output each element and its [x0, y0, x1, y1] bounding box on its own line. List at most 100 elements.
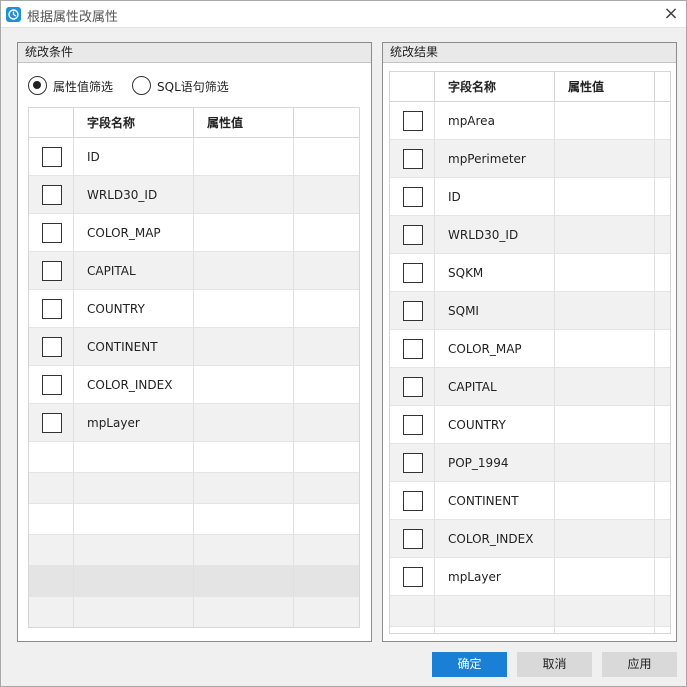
row-checkbox[interactable]: [403, 263, 423, 283]
field-name-cell: mpPerimeter: [435, 140, 555, 177]
row-checkbox[interactable]: [403, 225, 423, 245]
row-checkbox[interactable]: [403, 415, 423, 435]
row-checkbox[interactable]: [42, 299, 62, 319]
spacer-cell: [655, 178, 670, 215]
radio-attribute-filter-circle[interactable]: [28, 76, 47, 95]
table-row[interactable]: mpArea: [390, 102, 670, 140]
empty-cell: [74, 597, 194, 627]
row-checkbox-cell: [390, 216, 435, 253]
empty-cell: [655, 596, 670, 626]
attribute-value-cell[interactable]: [555, 406, 655, 443]
row-checkbox[interactable]: [403, 149, 423, 169]
row-checkbox[interactable]: [42, 185, 62, 205]
filter-condition-title: 统改条件: [18, 43, 371, 63]
attribute-value-cell[interactable]: [555, 292, 655, 329]
row-checkbox[interactable]: [403, 187, 423, 207]
table-row[interactable]: CONTINENT: [29, 328, 359, 366]
row-checkbox[interactable]: [403, 301, 423, 321]
table-row[interactable]: COLOR_MAP: [29, 214, 359, 252]
table-row[interactable]: COLOR_MAP: [390, 330, 670, 368]
table-row[interactable]: COUNTRY: [29, 290, 359, 328]
row-checkbox[interactable]: [42, 337, 62, 357]
attribute-value-cell[interactable]: [194, 290, 294, 327]
table-row[interactable]: ID: [29, 138, 359, 176]
table-row[interactable]: POP_1994: [390, 444, 670, 482]
row-checkbox[interactable]: [403, 453, 423, 473]
empty-cell: [29, 442, 74, 472]
spacer-cell: [294, 138, 359, 175]
empty-row: [29, 442, 359, 473]
row-checkbox[interactable]: [403, 111, 423, 131]
modify-result-title: 统改结果: [383, 43, 676, 63]
row-checkbox[interactable]: [403, 529, 423, 549]
header-checkbox-column: [29, 108, 74, 137]
table-row[interactable]: mpLayer: [29, 404, 359, 442]
table-row[interactable]: SQMI: [390, 292, 670, 330]
table-row[interactable]: ID: [390, 178, 670, 216]
attribute-value-cell[interactable]: [555, 140, 655, 177]
row-checkbox-cell: [390, 368, 435, 405]
row-checkbox-cell: [29, 404, 74, 441]
field-name-cell: COLOR_INDEX: [74, 366, 194, 403]
cancel-button[interactable]: 取消: [517, 652, 592, 677]
row-checkbox[interactable]: [42, 223, 62, 243]
attribute-value-cell[interactable]: [555, 330, 655, 367]
empty-cell: [74, 473, 194, 503]
row-checkbox[interactable]: [403, 491, 423, 511]
modify-result-panel: 统改结果 字段名称 属性值 mpArea mpPerimeter ID WRLD30_…: [382, 42, 677, 642]
ok-button[interactable]: 确定: [432, 652, 507, 677]
field-name-cell: ID: [435, 178, 555, 215]
attribute-value-cell[interactable]: [194, 138, 294, 175]
row-checkbox[interactable]: [42, 147, 62, 167]
row-checkbox[interactable]: [42, 413, 62, 433]
field-name-cell: COLOR_INDEX: [435, 520, 555, 557]
empty-cell: [390, 627, 435, 633]
radio-attribute-filter-label: 属性值筛选: [53, 80, 114, 94]
attribute-value-cell[interactable]: [555, 254, 655, 291]
table-row[interactable]: COUNTRY: [390, 406, 670, 444]
close-icon[interactable]: ×: [662, 5, 680, 23]
attribute-value-cell[interactable]: [194, 328, 294, 365]
empty-cell: [74, 442, 194, 472]
attribute-value-cell[interactable]: [555, 102, 655, 139]
attribute-value-cell[interactable]: [555, 216, 655, 253]
table-row[interactable]: CAPITAL: [29, 252, 359, 290]
table-row[interactable]: CAPITAL: [390, 368, 670, 406]
table-row[interactable]: SQKM: [390, 254, 670, 292]
row-checkbox[interactable]: [403, 567, 423, 587]
row-checkbox-cell: [29, 138, 74, 175]
radio-sql-filter[interactable]: SQL语句筛选: [132, 76, 242, 96]
attribute-value-cell[interactable]: [194, 366, 294, 403]
radio-attribute-filter[interactable]: 属性值筛选: [28, 76, 128, 96]
empty-cell: [294, 535, 359, 565]
table-row[interactable]: COLOR_INDEX: [390, 520, 670, 558]
row-checkbox[interactable]: [42, 375, 62, 395]
empty-row: [29, 473, 359, 504]
row-checkbox[interactable]: [403, 339, 423, 359]
attribute-value-cell[interactable]: [194, 252, 294, 289]
attribute-value-cell[interactable]: [194, 176, 294, 213]
radio-sql-filter-circle[interactable]: [132, 76, 151, 95]
attribute-value-cell[interactable]: [555, 368, 655, 405]
field-name-cell: COLOR_MAP: [74, 214, 194, 251]
apply-button[interactable]: 应用: [602, 652, 677, 677]
table-row[interactable]: WRLD30_ID: [29, 176, 359, 214]
field-name-cell: POP_1994: [435, 444, 555, 481]
attribute-value-cell[interactable]: [555, 482, 655, 519]
attribute-value-cell[interactable]: [555, 178, 655, 215]
table-row[interactable]: mpLayer: [390, 558, 670, 596]
row-checkbox[interactable]: [42, 261, 62, 281]
table-row[interactable]: CONTINENT: [390, 482, 670, 520]
attribute-value-cell[interactable]: [194, 404, 294, 441]
attribute-value-cell[interactable]: [555, 520, 655, 557]
attribute-value-cell[interactable]: [555, 444, 655, 481]
empty-cell: [294, 442, 359, 472]
table-row[interactable]: WRLD30_ID: [390, 216, 670, 254]
attribute-value-cell[interactable]: [555, 558, 655, 595]
field-name-cell: WRLD30_ID: [74, 176, 194, 213]
table-row[interactable]: COLOR_INDEX: [29, 366, 359, 404]
table-row[interactable]: mpPerimeter: [390, 140, 670, 178]
row-checkbox[interactable]: [403, 377, 423, 397]
attribute-value-cell[interactable]: [194, 214, 294, 251]
empty-row: [29, 566, 359, 597]
